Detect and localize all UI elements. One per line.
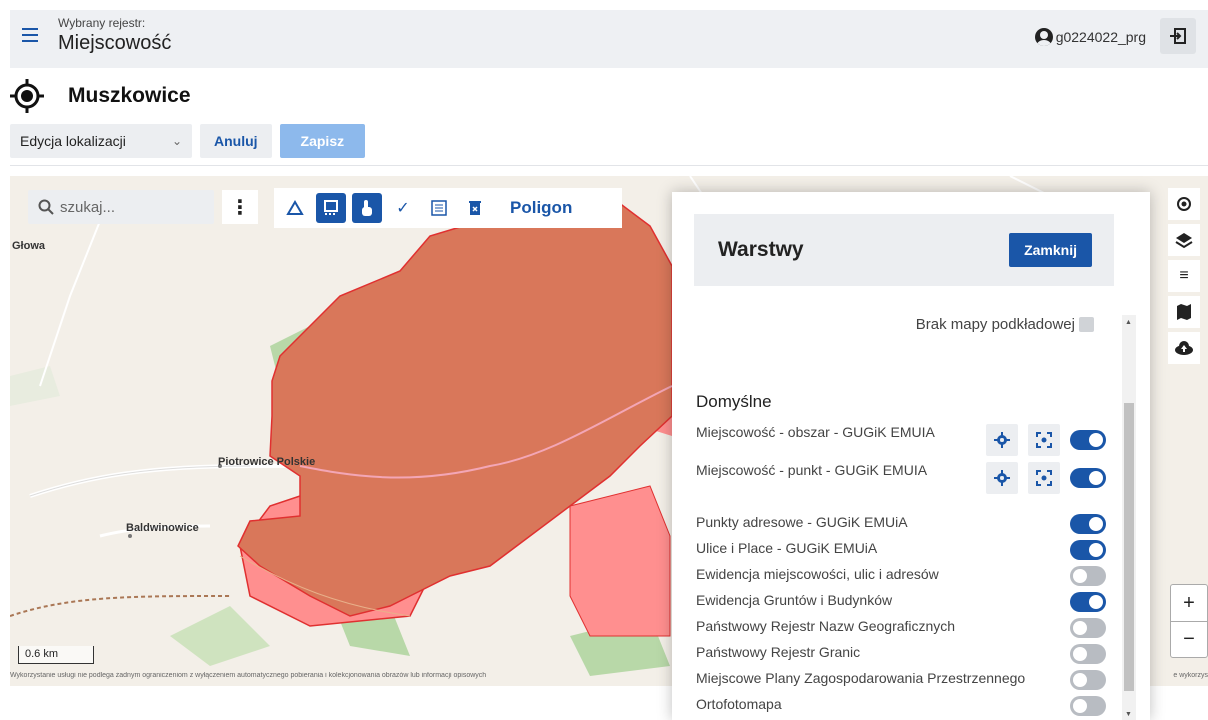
- triangle-tool-icon[interactable]: [280, 193, 310, 223]
- logout-button[interactable]: [1160, 18, 1196, 54]
- legend-list-icon[interactable]: ≡: [1168, 260, 1200, 292]
- zoom-to-layer-icon[interactable]: [1028, 424, 1060, 456]
- username: g0224022_prg: [1055, 29, 1146, 45]
- draw-toolbar: ✓ Poligon: [274, 188, 622, 228]
- no-basemap-label: Brak mapy podkładowej: [915, 316, 1075, 333]
- layer-toggle[interactable]: [1070, 670, 1106, 690]
- map-icon[interactable]: [1168, 296, 1200, 328]
- layers-scrollbar[interactable]: ▲ ▼: [1122, 315, 1136, 720]
- layers-icon[interactable]: [1168, 224, 1200, 256]
- save-button[interactable]: Zapisz: [279, 124, 366, 158]
- user-info[interactable]: g0224022_prg: [1034, 28, 1146, 46]
- mode-select-value: Edycja lokalizacji: [20, 133, 126, 149]
- title-row: Muszkowice: [10, 76, 191, 116]
- zoom-out-button[interactable]: −: [1171, 621, 1207, 657]
- cloud-upload-icon[interactable]: [1168, 332, 1200, 364]
- delete-icon[interactable]: [460, 193, 490, 223]
- layer-name: Państwowy Rejestr Nazw Geograficznych: [696, 618, 956, 634]
- map-side-toolbar: ≡: [1168, 188, 1202, 364]
- search-input[interactable]: szukaj...: [28, 190, 214, 224]
- top-header: Wybrany rejestr: Miejscowość g0224022_pr…: [10, 10, 1208, 68]
- layer-toggle[interactable]: [1070, 696, 1106, 716]
- layer-toggle[interactable]: [1070, 618, 1106, 638]
- layer-name: Ulice i Place - GUGiK EMUiA: [696, 540, 878, 556]
- layer-toggle[interactable]: [1070, 644, 1106, 664]
- layer-name: Państwowy Rejestr Granic: [696, 644, 861, 660]
- layer-toggle[interactable]: [1070, 592, 1106, 612]
- more-options-icon[interactable]: ⋮: [222, 190, 258, 224]
- layer-name: Ewidencja Gruntów i Budynków: [696, 592, 893, 608]
- draw-mode-label: Poligon: [510, 198, 573, 217]
- no-basemap-option[interactable]: Brak mapy podkładowej: [916, 316, 1094, 333]
- zoom-control: + −: [1170, 584, 1208, 658]
- logout-icon: [1170, 28, 1186, 44]
- close-button[interactable]: Zamknij: [1009, 233, 1092, 267]
- user-icon: [1034, 28, 1053, 46]
- cancel-button[interactable]: Anuluj: [200, 124, 272, 158]
- hand-pointer-icon[interactable]: [352, 193, 382, 223]
- layer-name: Ewidencja miejscowości, ulic i adresów: [696, 566, 939, 582]
- layer-name: Miejscowość - obszar - GUGiK EMUIA: [696, 424, 935, 440]
- check-icon[interactable]: ✓: [388, 193, 418, 223]
- select-area-icon[interactable]: [316, 193, 346, 223]
- settings-gear-icon[interactable]: [986, 424, 1018, 456]
- layer-name: Punkty adresowe - GUGiK EMUiA: [696, 514, 908, 530]
- zoom-to-layer-icon[interactable]: [1028, 462, 1060, 494]
- scale-bar: 0.6 km: [18, 646, 94, 664]
- layer-name: Miejscowość - punkt - GUGiK EMUIA: [696, 462, 928, 478]
- menu-icon[interactable]: [22, 28, 38, 42]
- chevron-down-icon: ⌄: [171, 134, 182, 148]
- layer-name: Miejscowe Plany Zagospodarowania Przestr…: [696, 670, 1026, 686]
- mode-select[interactable]: Edycja lokalizacji ⌄: [10, 124, 192, 158]
- layers-panel-header: Warstwy Zamknij: [694, 214, 1114, 286]
- settings-gear-icon[interactable]: [986, 462, 1018, 494]
- layers-panel-title: Warstwy: [718, 238, 804, 261]
- place-label: Baldwinowice: [126, 522, 199, 534]
- search-icon: [38, 199, 54, 215]
- list-icon[interactable]: [424, 193, 454, 223]
- scroll-thumb[interactable]: [1124, 403, 1134, 691]
- scroll-up-icon[interactable]: ▲: [1125, 319, 1132, 326]
- layers-list[interactable]: Brak mapy podkładowej Domyślne Miejscowo…: [694, 302, 1114, 720]
- layer-toggle[interactable]: [1070, 468, 1106, 488]
- divider: [10, 165, 1208, 166]
- place-label: Głowa: [12, 240, 46, 252]
- edit-toolbar: Edycja lokalizacji ⌄ Anuluj Zapisz: [10, 124, 366, 158]
- locate-icon[interactable]: [1168, 188, 1200, 220]
- page-title: Muszkowice: [68, 84, 191, 107]
- registry-label: Wybrany rejestr:: [58, 16, 146, 30]
- crosshair-icon: [10, 79, 44, 113]
- scroll-down-icon[interactable]: ▼: [1125, 711, 1132, 718]
- layer-toggle[interactable]: [1070, 430, 1106, 450]
- search-placeholder: szukaj...: [60, 198, 116, 216]
- layer-toggle[interactable]: [1070, 514, 1106, 534]
- registry-value: Miejscowość: [58, 32, 172, 54]
- layer-toggle[interactable]: [1070, 566, 1106, 586]
- place-label: Piotrowice Polskie: [218, 456, 316, 468]
- section-title: Domyślne: [696, 392, 772, 411]
- layer-name: Ortofotomapa: [696, 696, 782, 712]
- layer-toggle[interactable]: [1070, 540, 1106, 560]
- no-basemap-checkbox[interactable]: [1079, 317, 1094, 332]
- layers-panel: Warstwy Zamknij Brak mapy podkładowej Do…: [672, 192, 1150, 720]
- zoom-in-button[interactable]: +: [1171, 585, 1207, 621]
